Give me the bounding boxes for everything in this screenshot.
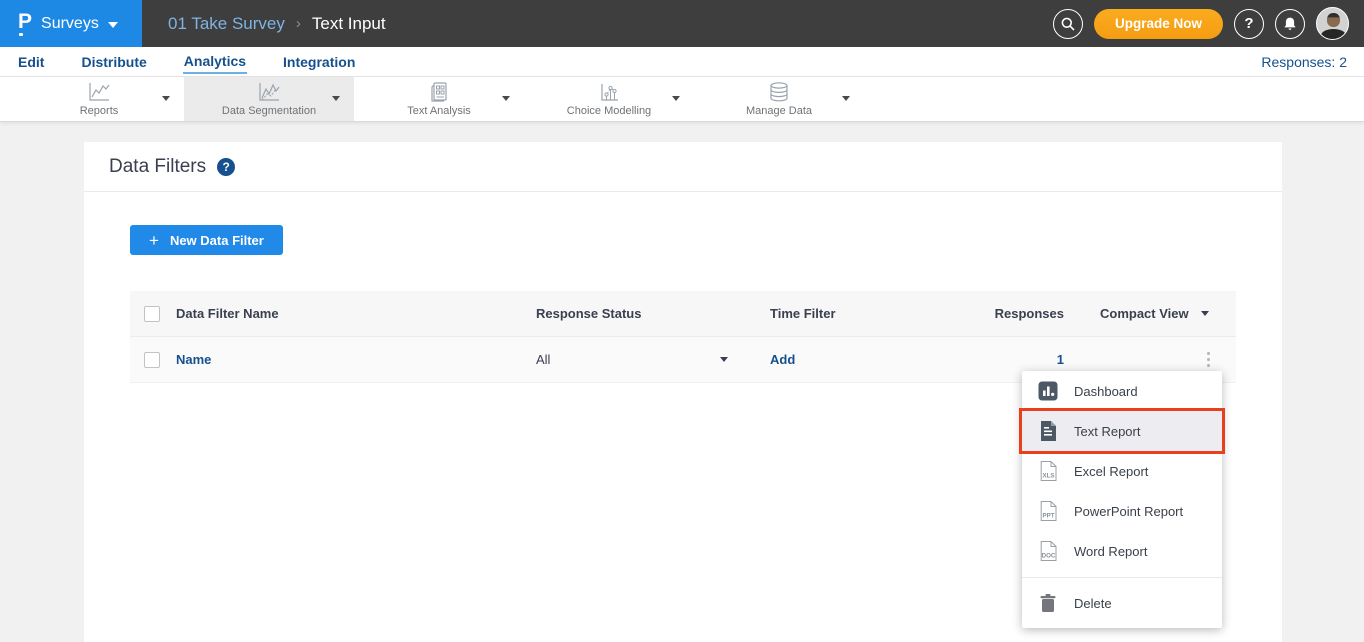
app-switcher[interactable]: P Surveys [0, 0, 142, 47]
app-name: Surveys [41, 15, 99, 33]
row-actions-menu: Dashboard Text Report XLS [1022, 371, 1222, 628]
header-status-label: Response Status [536, 306, 641, 321]
time-filter-cell: Add [770, 352, 970, 367]
menu-item-label: Excel Report [1074, 464, 1148, 479]
bell-icon [1282, 16, 1298, 32]
analytics-toolbar: Reports Data Segmentation Text Analysis [0, 77, 1364, 122]
chevron-down-icon [720, 357, 728, 362]
scatter-chart-icon [596, 81, 622, 103]
ppt-label: PPT [1042, 513, 1054, 520]
toolbar-item-label: Data Segmentation [222, 105, 316, 117]
menu-item-text-report[interactable]: Text Report [1022, 411, 1222, 451]
menu-item-label: PowerPoint Report [1074, 504, 1183, 519]
survey-nav-tabs: Edit Distribute Analytics Integration Re… [0, 47, 1364, 77]
chevron-down-icon [1201, 311, 1209, 316]
filter-name-cell: Name [176, 352, 536, 367]
breadcrumb: 01 Take Survey › Text Input [168, 14, 386, 34]
dashboard-icon [1037, 381, 1059, 401]
row-checkbox-cell [130, 352, 176, 368]
menu-item-label: Dashboard [1074, 384, 1138, 399]
line-chart-icon [86, 81, 112, 103]
chevron-down-icon [502, 96, 510, 101]
chevron-down-icon [672, 96, 680, 101]
responses-cell: 1 [970, 352, 1080, 367]
menu-item-excel-report[interactable]: XLS Excel Report [1022, 451, 1222, 491]
responses-count[interactable]: Responses: 2 [1261, 54, 1347, 70]
toolbar-item-data-segmentation[interactable]: Data Segmentation [184, 77, 354, 121]
chevron-down-icon [162, 96, 170, 101]
view-mode-dropdown[interactable]: Compact View [1080, 306, 1236, 321]
breadcrumb-current-page: Text Input [312, 14, 386, 34]
help-button[interactable]: ? [1234, 9, 1264, 39]
plus-icon: + [149, 232, 159, 249]
row-actions-cell [1080, 348, 1236, 372]
toolbar-item-manage-data[interactable]: Manage Data [694, 77, 864, 121]
row-checkbox[interactable] [144, 352, 160, 368]
kebab-menu-icon[interactable] [1203, 348, 1215, 372]
text-grid-icon [426, 81, 452, 103]
doc-file-icon: DOC [1037, 541, 1059, 561]
database-icon [766, 81, 792, 103]
menu-item-delete[interactable]: Delete [1022, 578, 1222, 628]
search-icon [1060, 16, 1076, 32]
toolbar-item-reports[interactable]: Reports [14, 77, 184, 121]
breadcrumb-separator: › [296, 15, 301, 32]
question-mark-icon: ? [1244, 15, 1253, 32]
help-badge-icon[interactable]: ? [217, 158, 235, 176]
menu-item-label: Word Report [1074, 544, 1147, 559]
header-responses: Responses [970, 306, 1080, 321]
page-content: Data Filters ? + New Data Filter Data Fi… [0, 122, 1364, 642]
toolbar-item-choice-modelling[interactable]: Choice Modelling [524, 77, 694, 121]
top-header: P Surveys 01 Take Survey › Text Input Up… [0, 0, 1364, 47]
toolbar-item-text-analysis[interactable]: Text Analysis [354, 77, 524, 121]
upgrade-now-button[interactable]: Upgrade Now [1094, 9, 1223, 39]
search-button[interactable] [1053, 9, 1083, 39]
menu-item-label: Delete [1074, 596, 1112, 611]
menu-item-word-report[interactable]: DOC Word Report [1022, 531, 1222, 571]
doc-label: DOC [1041, 553, 1055, 560]
data-filters-table: Data Filter Name Response Status Time Fi… [130, 291, 1236, 383]
header-actions: Upgrade Now ? [1053, 7, 1364, 40]
response-status-dropdown[interactable]: All [536, 352, 770, 367]
trash-icon [1037, 593, 1059, 613]
text-report-icon [1037, 421, 1059, 441]
header-name: Data Filter Name [176, 306, 536, 321]
tab-edit[interactable]: Edit [17, 51, 45, 73]
tab-integration[interactable]: Integration [282, 51, 356, 73]
xls-label: XLS [1042, 473, 1054, 480]
notifications-button[interactable] [1275, 9, 1305, 39]
chevron-down-icon [108, 22, 118, 28]
ppt-file-icon: PPT [1037, 501, 1059, 521]
header-status: Response Status [536, 306, 770, 321]
select-all-checkbox[interactable] [144, 306, 160, 322]
menu-item-dashboard[interactable]: Dashboard [1022, 371, 1222, 411]
tab-analytics[interactable]: Analytics [183, 50, 247, 74]
chevron-down-icon [842, 96, 850, 101]
header-checkbox-cell [130, 306, 176, 322]
toolbar-item-label: Choice Modelling [567, 105, 651, 117]
breadcrumb-survey-link[interactable]: 01 Take Survey [168, 14, 285, 34]
menu-item-label: Text Report [1074, 424, 1140, 439]
line-chart-icon [256, 81, 282, 103]
header-time: Time Filter [770, 306, 970, 321]
chevron-down-icon [332, 96, 340, 101]
response-status-value: All [536, 352, 550, 367]
responses-count-link[interactable]: 1 [1057, 352, 1064, 367]
filter-name-link[interactable]: Name [176, 352, 211, 367]
menu-item-powerpoint-report[interactable]: PPT PowerPoint Report [1022, 491, 1222, 531]
user-avatar[interactable] [1316, 7, 1349, 40]
xls-file-icon: XLS [1037, 461, 1059, 481]
toolbar-item-label: Manage Data [746, 105, 812, 117]
table-header-row: Data Filter Name Response Status Time Fi… [130, 291, 1236, 337]
toolbar-item-label: Reports [80, 105, 119, 117]
tab-distribute[interactable]: Distribute [80, 51, 147, 73]
new-data-filter-label: New Data Filter [170, 233, 264, 248]
toolbar-item-label: Text Analysis [407, 105, 471, 117]
new-data-filter-button[interactable]: + New Data Filter [130, 225, 283, 255]
add-time-filter-link[interactable]: Add [770, 352, 795, 367]
brand-logo-icon: P [18, 11, 32, 36]
page-title: Data Filters [109, 156, 206, 178]
view-mode-label: Compact View [1100, 306, 1189, 321]
card-header: Data Filters ? [84, 142, 1282, 192]
